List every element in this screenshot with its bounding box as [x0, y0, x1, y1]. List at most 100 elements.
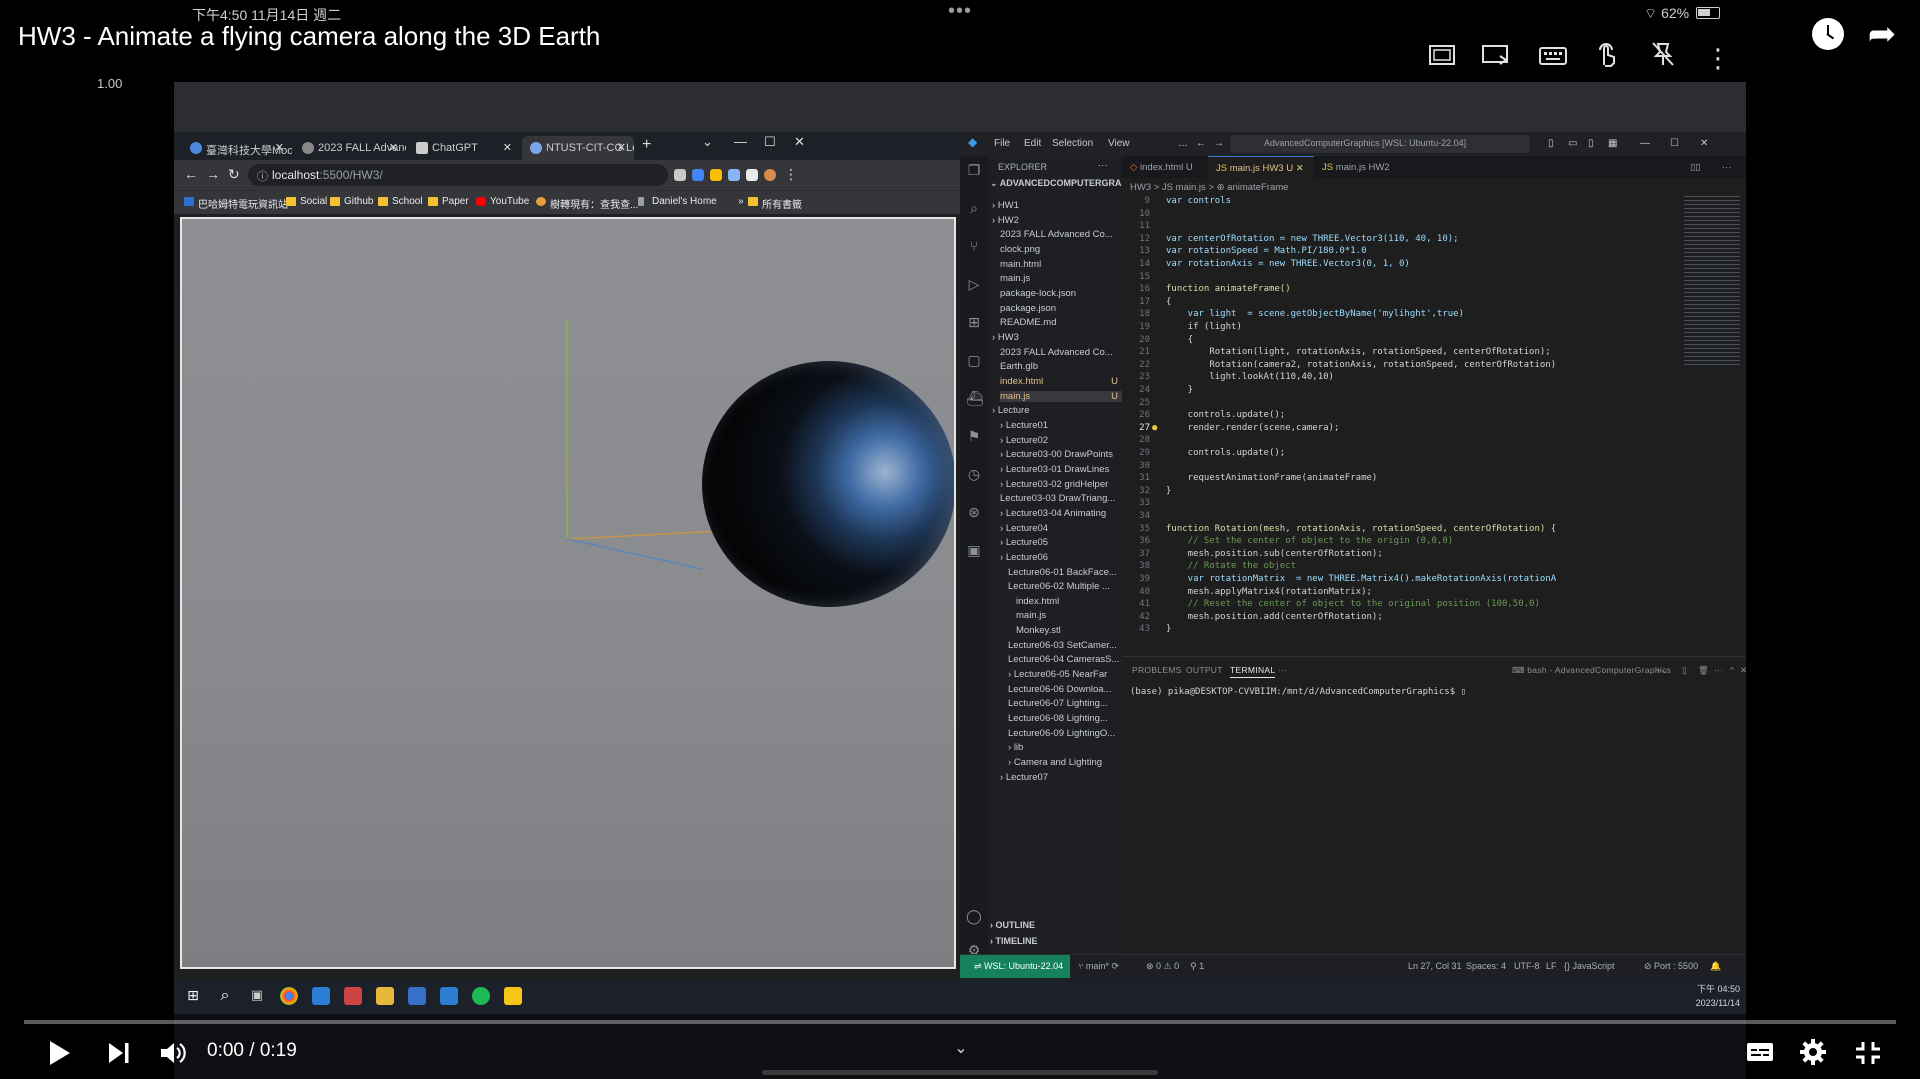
- tree-item[interactable]: › HW1: [992, 200, 1122, 211]
- code-line[interactable]: 17 {: [1122, 297, 1746, 310]
- bookmarks-icon[interactable]: ⚑: [966, 428, 982, 444]
- code-line[interactable]: 15: [1122, 272, 1746, 285]
- menu-file[interactable]: File: [994, 138, 1010, 149]
- command-center[interactable]: AdvancedComputerGraphics [WSL: Ubuntu-22…: [1230, 135, 1530, 153]
- code-line[interactable]: 32}: [1122, 486, 1746, 499]
- bookmarks-overflow-icon[interactable]: »: [724, 196, 744, 207]
- bookmark[interactable]: 巴哈姆特電玩資訊站: [184, 196, 288, 211]
- code-line[interactable]: 16 function animateFrame(): [1122, 284, 1746, 297]
- tree-item[interactable]: › HW3: [992, 332, 1122, 343]
- cursor-position[interactable]: Ln 27, Col 31: [1408, 961, 1462, 971]
- tree-item[interactable]: clock.png: [1000, 244, 1122, 255]
- code-line[interactable]: 20 {: [1122, 335, 1746, 348]
- close-icon[interactable]: ✕: [1740, 665, 1746, 676]
- terminal-prompt[interactable]: (base) pika@DESKTOP-CVVBIIM:/mnt/d/Advan…: [1130, 687, 1466, 697]
- sticky-notes-icon[interactable]: [504, 987, 522, 1005]
- video-frame[interactable]: 臺灣科技大學Moo ✕ 2023 FALL Advanc ✕ ChatGPT ✕ NT…: [174, 82, 1746, 1079]
- browser-tab-active[interactable]: NTUST-CIT-CG Le ✕: [522, 136, 634, 160]
- tree-item[interactable]: › Lecture04: [1000, 523, 1122, 534]
- tree-item[interactable]: › Lecture03-02 gridHelper: [1000, 479, 1122, 490]
- workspace-root[interactable]: ⌄ ADVANCEDCOMPUTERGRAPHI...: [990, 178, 1122, 189]
- code-line[interactable]: 38 // Rotate the object: [1122, 561, 1746, 574]
- profile-avatar[interactable]: [764, 169, 776, 181]
- chevron-up-icon[interactable]: ^: [1730, 665, 1734, 675]
- video-title[interactable]: HW3 - Animate a flying camera along the …: [18, 21, 600, 52]
- code-line[interactable]: 14 var rotationAxis = new THREE.Vector3(0…: [1122, 259, 1746, 272]
- explorer-icon[interactable]: ❐: [966, 162, 982, 178]
- editor-tab[interactable]: ◇ index.html U: [1122, 156, 1208, 178]
- problems-indicator[interactable]: ⊗ 0 ⚠ 0: [1146, 961, 1179, 972]
- code-line[interactable]: 40 mesh.applyMatrix4(rotationMatrix);: [1122, 587, 1746, 600]
- forward-icon[interactable]: →: [1214, 138, 1224, 149]
- extension-icon[interactable]: [746, 169, 758, 181]
- code-line[interactable]: 21 Rotation(light, rotationAxis, rotatio…: [1122, 347, 1746, 360]
- forward-icon[interactable]: →: [206, 166, 220, 182]
- search-icon[interactable]: ⌕: [216, 987, 234, 1005]
- code-line[interactable]: 10: [1122, 209, 1746, 222]
- code-editor[interactable]: ◇ index.html U JS main.js HW3 U ✕ JS mai…: [1122, 156, 1746, 656]
- maximize-icon[interactable]: ☐: [764, 134, 776, 150]
- chat-icon[interactable]: ▣: [966, 542, 982, 558]
- code-line[interactable]: 30: [1122, 461, 1746, 474]
- file-explorer-icon[interactable]: [376, 987, 394, 1005]
- pin-off-icon[interactable]: [1645, 40, 1681, 76]
- captions-button[interactable]: [1746, 1042, 1774, 1062]
- task-view-icon[interactable]: ▣: [248, 987, 266, 1005]
- new-tab-icon[interactable]: +: [642, 136, 651, 154]
- back-icon[interactable]: ←: [184, 166, 198, 182]
- window-close-icon[interactable]: ✕: [794, 134, 805, 150]
- panel-tab-terminal[interactable]: TERMINAL: [1230, 665, 1276, 678]
- vscode-icon[interactable]: [312, 987, 330, 1005]
- branch-indicator[interactable]: ⑂ main* ⟳: [1078, 961, 1119, 972]
- language-mode[interactable]: {} JavaScript: [1564, 961, 1615, 971]
- tree-item[interactable]: package.json: [1000, 303, 1122, 314]
- trash-icon[interactable]: 🗑: [1698, 665, 1709, 676]
- eol[interactable]: LF: [1546, 961, 1557, 971]
- indentation[interactable]: Spaces: 4: [1466, 961, 1506, 971]
- chrome-icon[interactable]: [280, 987, 298, 1005]
- tree-item[interactable]: Lecture06-09 LightingO...: [1008, 728, 1122, 739]
- more-horiz-icon[interactable]: …: [1178, 138, 1188, 149]
- panel-tab-output[interactable]: OUTPUT: [1186, 665, 1223, 675]
- minimize-icon[interactable]: —: [1640, 138, 1650, 149]
- cast-icon[interactable]: [1478, 40, 1514, 76]
- tree-item[interactable]: › Lecture06-05 NearFar: [1008, 669, 1122, 680]
- code-line[interactable]: 25: [1122, 398, 1746, 411]
- editor-tab[interactable]: JS main.js HW2: [1314, 156, 1406, 178]
- settings-button[interactable]: [1798, 1037, 1828, 1067]
- search-icon[interactable]: ⌕: [966, 200, 982, 216]
- tree-item[interactable]: Lecture06-01 BackFace...: [1008, 567, 1122, 578]
- split-terminal-icon[interactable]: ▯: [1682, 665, 1687, 676]
- more-horiz-icon[interactable]: ···: [1714, 156, 1740, 178]
- source-control-icon[interactable]: ⑂: [966, 238, 982, 254]
- code-line[interactable]: 11: [1122, 221, 1746, 234]
- layout-panel-icon[interactable]: ▭: [1568, 138, 1577, 149]
- close-icon[interactable]: ✕: [275, 141, 284, 154]
- mail-icon[interactable]: [440, 987, 458, 1005]
- watch-later-icon[interactable]: [1812, 18, 1844, 50]
- tree-item[interactable]: › Lecture05: [1000, 537, 1122, 548]
- browser-tab[interactable]: 臺灣科技大學Moo ✕: [182, 136, 292, 160]
- tree-item[interactable]: › Camera and Lighting: [1008, 757, 1122, 768]
- tab-search-icon[interactable]: ⌄: [702, 134, 713, 150]
- more-horiz-icon[interactable]: •••: [948, 0, 972, 23]
- bookmark[interactable]: Social: [286, 196, 327, 207]
- tree-item[interactable]: › Lecture03-00 DrawPoints: [1000, 449, 1122, 460]
- tree-item[interactable]: 2023 FALL Advanced Co...: [1000, 229, 1122, 240]
- code-line[interactable]: 26 controls.update();: [1122, 410, 1746, 423]
- tree-item[interactable]: main.js: [1016, 610, 1122, 621]
- encoding[interactable]: UTF-8: [1514, 961, 1540, 971]
- tree-item[interactable]: Monkey.stl: [1016, 625, 1122, 636]
- panel-tab-problems[interactable]: PROBLEMS: [1132, 665, 1182, 675]
- progress-bar[interactable]: [24, 1020, 1896, 1024]
- tree-item[interactable]: main.js: [1000, 273, 1122, 284]
- layout-secondary-icon[interactable]: ▯: [1588, 138, 1594, 149]
- close-icon[interactable]: ✕: [617, 141, 626, 154]
- system-clock[interactable]: 下午 04:50 2023/11/14: [1696, 982, 1740, 1010]
- menu-edit[interactable]: Edit: [1024, 138, 1041, 149]
- timeline-section[interactable]: › TIMELINE: [990, 936, 1038, 946]
- bookmark[interactable]: YouTube: [476, 196, 529, 207]
- timeline-icon[interactable]: ◷: [966, 466, 982, 482]
- code-line[interactable]: 42 mesh.position.add(centerOfRotation);: [1122, 612, 1746, 625]
- tree-item[interactable]: Lecture06-07 Lighting...: [1008, 698, 1122, 709]
